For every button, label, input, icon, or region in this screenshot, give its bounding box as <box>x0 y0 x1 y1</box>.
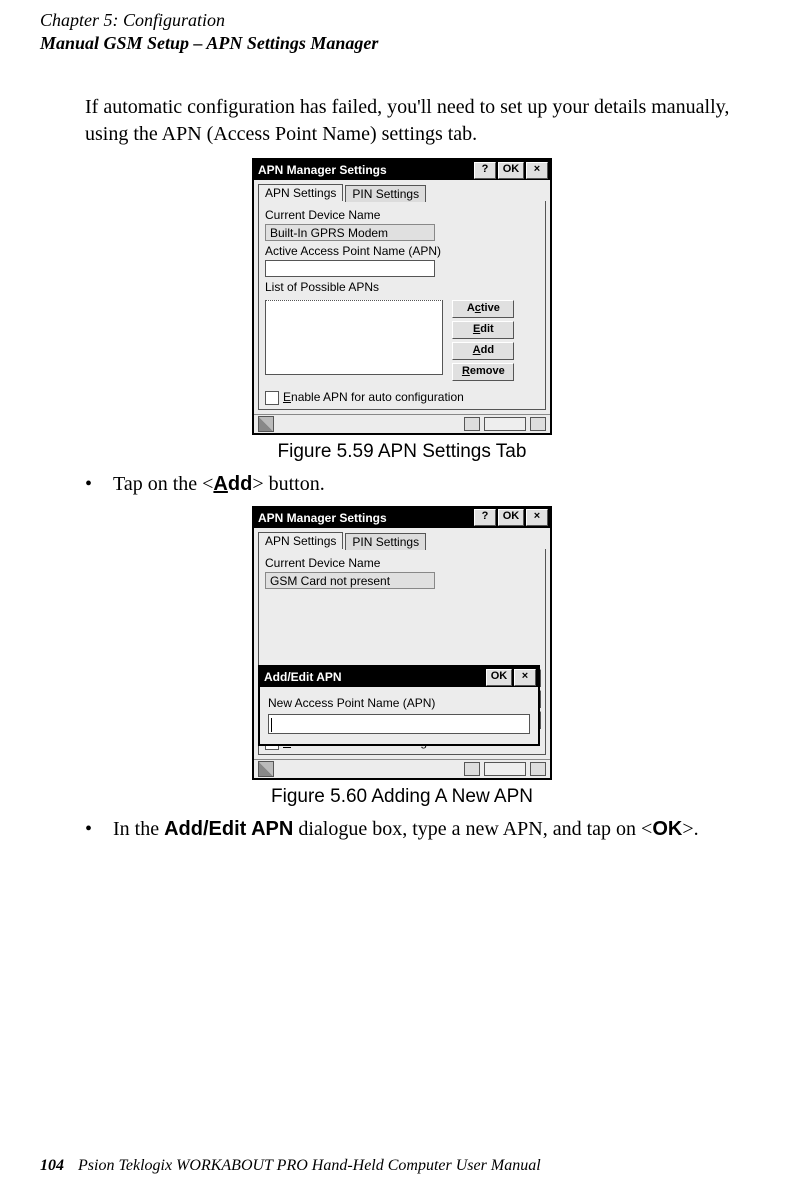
start-icon[interactable] <box>258 416 274 432</box>
tab-pin-settings[interactable]: PIN Settings <box>345 185 426 202</box>
apn-listbox[interactable] <box>265 300 443 375</box>
section-title: Manual GSM Setup – APN Settings Manager <box>40 33 804 54</box>
taskbar <box>254 759 550 778</box>
ok-button[interactable]: OK <box>498 162 524 179</box>
tab-apn-settings[interactable]: APN Settings <box>258 532 343 549</box>
keyboard-icon[interactable] <box>484 762 526 776</box>
checkbox-icon[interactable] <box>265 391 279 405</box>
tray-icon[interactable] <box>464 762 480 776</box>
page-number: 104 <box>40 1157 64 1174</box>
apn-manager-window-1: APN Manager Settings ? OK × APN Settings… <box>252 158 552 435</box>
footer-text: Psion Teklogix WORKABOUT PRO Hand-Held C… <box>78 1157 541 1174</box>
label-device-name: Current Device Name <box>265 556 539 570</box>
tab-apn-settings[interactable]: APN Settings <box>258 184 343 201</box>
help-button[interactable]: ? <box>474 162 496 179</box>
tray-icon-2[interactable] <box>530 417 546 431</box>
ok-button[interactable]: OK <box>498 509 524 526</box>
titlebar: APN Manager Settings ? OK × <box>254 508 550 528</box>
label-list-apns: List of Possible APNs <box>265 280 539 294</box>
add-edit-apn-dialog: Add/Edit APN OK × New Access Point Name … <box>258 665 540 746</box>
close-button[interactable]: × <box>526 162 548 179</box>
device-name-field: GSM Card not present <box>265 572 435 589</box>
add-button[interactable]: Add <box>452 342 514 360</box>
bullet-add-edit: •In the Add/Edit APN dialogue box, type … <box>85 818 754 841</box>
window-title: APN Manager Settings <box>258 511 472 525</box>
start-icon[interactable] <box>258 761 274 777</box>
keyboard-icon[interactable] <box>484 417 526 431</box>
dialog-label: New Access Point Name (APN) <box>268 696 530 710</box>
edit-button[interactable]: Edit <box>452 321 514 339</box>
tab-pin-settings[interactable]: PIN Settings <box>345 533 426 550</box>
tray-icon-2[interactable] <box>530 762 546 776</box>
label-active-apn: Active Access Point Name (APN) <box>265 244 539 258</box>
dialog-ok-button[interactable]: OK <box>486 669 512 686</box>
close-button[interactable]: × <box>526 509 548 526</box>
label-device-name: Current Device Name <box>265 208 539 222</box>
new-apn-input[interactable] <box>268 714 530 734</box>
device-name-field: Built-In GPRS Modem <box>265 224 435 241</box>
titlebar: APN Manager Settings ? OK × <box>254 160 550 180</box>
remove-button[interactable]: Remove <box>452 363 514 381</box>
chapter-label: Chapter 5: Configuration <box>40 10 804 31</box>
help-button[interactable]: ? <box>474 509 496 526</box>
dialog-title: Add/Edit APN <box>264 670 484 684</box>
active-apn-field[interactable] <box>265 260 435 277</box>
window-title: APN Manager Settings <box>258 163 472 177</box>
bullet-tap-add: •Tap on the <Add> button. <box>85 473 754 496</box>
tray-icon[interactable] <box>464 417 480 431</box>
intro-paragraph: If automatic configuration has failed, y… <box>85 94 754 148</box>
page-footer: 104 Psion Teklogix WORKABOUT PRO Hand-Hel… <box>40 1157 541 1175</box>
figure-caption-2: Figure 5.60 Adding A New APN <box>0 786 804 808</box>
dialog-close-button[interactable]: × <box>514 669 536 686</box>
figure-caption-1: Figure 5.59 APN Settings Tab <box>0 441 804 463</box>
active-button[interactable]: Active <box>452 300 514 318</box>
taskbar <box>254 414 550 433</box>
enable-apn-checkbox-row[interactable]: Enable APN for auto configuration <box>265 390 539 405</box>
